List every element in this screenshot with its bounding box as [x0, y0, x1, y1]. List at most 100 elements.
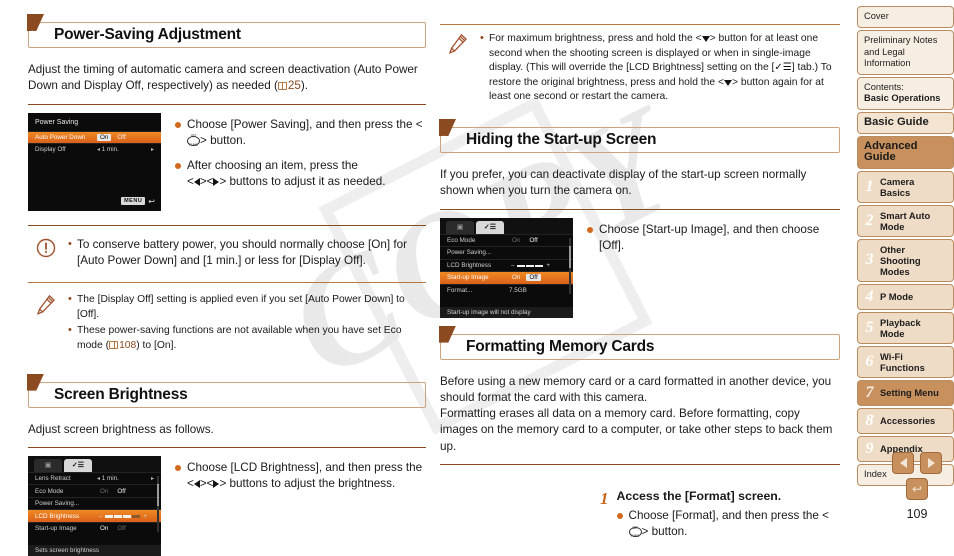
camera-screen-setting-menu: ▣ ✓☰ Lens Retract ◂ 1 min. ▸ Eco Mode On O…: [28, 455, 161, 556]
bullets-brightness: Choose [LCD Brightness], and then press …: [175, 456, 426, 502]
row-value: ◂ 1 min. ▸: [97, 146, 154, 153]
page-ref: 108: [119, 339, 137, 351]
bullet-dot-icon: [175, 121, 181, 128]
book-ref-icon: [277, 82, 287, 91]
sidebar-item-playback-mode[interactable]: 5 Playback Mode: [857, 311, 954, 344]
slider-tick: [123, 515, 132, 518]
camera-tab-icon: ▣: [446, 220, 474, 234]
camera-screen-startup-menu: ▣ ✓☰ Eco Mode On Off Power Saving... LCD …: [440, 217, 573, 318]
wrench-tab-icon: ✓☰: [64, 458, 92, 472]
value-on: On: [512, 236, 521, 244]
left-arrow-icon: ◂: [97, 147, 101, 154]
section-title: Power-Saving Adjustment: [54, 26, 241, 43]
sidebar-item-label: Basic Guide: [864, 115, 929, 128]
row-value: On Off: [97, 133, 154, 141]
page-arrows: [880, 452, 954, 474]
row-label: Lens Retract: [35, 475, 71, 483]
brightness-slider: – +: [97, 514, 149, 520]
bullets-startup: Choose [Start-up Image], and then choose…: [587, 218, 840, 264]
sidebar-item-label: Playback Mode: [880, 316, 921, 339]
sidebar-item-cover[interactable]: Cover: [857, 6, 954, 28]
bullet-text: Choose [Format], and then press the <> b…: [628, 508, 841, 545]
value-off: Off: [117, 525, 126, 533]
intro-paragraph-power-saving: Adjust the timing of automatic camera an…: [28, 62, 426, 95]
left-column: Power-Saving Adjustment Adjust the timin…: [27, 14, 426, 556]
formatting-paragraph-2: Formatting erases all data on a memory c…: [440, 407, 833, 453]
sidebar-item-label: Wi-Fi Functions: [880, 350, 925, 373]
camera-tab-icon: ▣: [34, 458, 62, 472]
chapter-number: 4: [865, 287, 874, 305]
row-value: 7.5GB: [509, 286, 527, 294]
sidebar-item-label-line1: Contents:: [864, 81, 904, 92]
sidebar-item-wifi-functions[interactable]: 6 Wi-Fi Functions: [857, 345, 954, 378]
sidebar-item-camera-basics[interactable]: 1 Camera Basics: [857, 170, 954, 203]
menu-label: MENU: [121, 197, 146, 206]
step-number: 1: [600, 489, 609, 509]
divider: [28, 103, 426, 105]
sidebar-item-preliminary-notes[interactable]: Preliminary Notes and Legal Information: [857, 30, 954, 75]
sidebar-item-setting-menu[interactable]: 7 Setting Menu: [857, 379, 954, 406]
info-item: These power-saving functions are not ava…: [68, 323, 426, 353]
caution-note: To conserve battery power, you should no…: [28, 234, 426, 276]
figure-bullet-row-2: ▣ ✓☰ Lens Retract ◂ 1 min. ▸ Eco Mode On O…: [28, 455, 426, 556]
camera-row-eco-mode: Eco Mode On Off: [440, 233, 573, 247]
slider-tick: [105, 515, 114, 518]
chapter-number: 3: [865, 251, 874, 268]
step-body: Access the [Format] screen. Choose [Form…: [616, 489, 841, 550]
sidebar-item-accessories[interactable]: 8 Accessories: [857, 407, 954, 434]
intro-paragraph-brightness: Adjust screen brightness as follows.: [28, 422, 214, 436]
sidebar-item-basic-guide[interactable]: Basic Guide: [857, 111, 954, 134]
next-page-button[interactable]: [920, 452, 942, 474]
plus-icon: +: [546, 262, 550, 269]
figure-startup-image: ▣ ✓☰ Eco Mode On Off Power Saving... LCD …: [440, 217, 573, 318]
chapter-number: 1: [865, 177, 874, 195]
row-label: Eco Mode: [35, 487, 64, 495]
bullet-item: Choose [Power Saving], and then press th…: [175, 117, 426, 153]
figure-lcd-brightness: ▣ ✓☰ Lens Retract ◂ 1 min. ▸ Eco Mode On O…: [28, 455, 161, 556]
info-note-brightness: For maximum brightness, press and hold t…: [440, 29, 840, 111]
slider-tick: [535, 264, 544, 268]
sidebar-item-label-line2: Basic Operations: [864, 93, 941, 103]
sidebar-item-label: Advanced Guide: [864, 139, 918, 163]
sidebar-item-p-mode[interactable]: 4 P Mode: [857, 283, 954, 310]
bullet-text: Choose [LCD Brightness], and then press …: [187, 460, 423, 491]
sidebar-item-contents[interactable]: Contents: Basic Operations: [857, 76, 954, 110]
section-heading-screen-brightness: Screen Brightness: [27, 373, 426, 408]
sidebar-item-smart-auto-mode[interactable]: 2 Smart Auto Mode: [857, 204, 954, 237]
info-item: The [Display Off] setting is applied eve…: [68, 292, 426, 322]
section-heading-formatting: Formatting Memory Cards: [439, 325, 840, 360]
chapter-number: 9: [865, 439, 874, 457]
row-value: On Off: [509, 274, 566, 282]
wrench-tab-icon: ✓☰: [774, 62, 792, 74]
intro-paragraph-startup: If you prefer, you can deactivate displa…: [440, 167, 807, 198]
slider-tick: [114, 515, 123, 518]
back-button[interactable]: ↩: [906, 478, 928, 500]
row-label: Display Off: [35, 146, 66, 154]
section-heading-hiding-startup: Hiding the Start-up Screen: [439, 118, 840, 153]
sidebar-item-label: Camera Basics: [880, 175, 915, 198]
exclamation-icon: [36, 237, 60, 263]
sidebar-item-other-shooting-modes[interactable]: 3 Other Shooting Modes: [857, 238, 954, 282]
intro-text: Adjust the timing of automatic camera an…: [28, 63, 418, 93]
left-arrow-icon: [899, 458, 907, 468]
value-text: 1 min.: [101, 146, 119, 154]
wrench-tab-icon: ✓☰: [476, 220, 504, 234]
sidebar-item-advanced-guide[interactable]: Advanced Guide: [857, 135, 954, 169]
plus-icon: +: [143, 513, 147, 520]
step-1: 1 Access the [Format] screen. Choose [Fo…: [600, 489, 840, 550]
chapter-number: 2: [865, 211, 874, 229]
row-value-slider: – +: [509, 262, 566, 269]
value-off: Off: [117, 487, 126, 495]
right-button-icon: [213, 178, 220, 187]
section-heading-power-saving: Power-Saving Adjustment: [27, 14, 426, 48]
manual-page: Power-Saving Adjustment Adjust the timin…: [0, 0, 954, 556]
prev-page-button[interactable]: [892, 452, 914, 474]
camera-menu-tabs: ▣ ✓☰: [440, 217, 573, 234]
info-list: The [Display Off] setting is applied eve…: [68, 292, 426, 355]
step-title: Access the [Format] screen.: [616, 489, 782, 504]
row-value: ◂ 1 min. ▸: [97, 475, 154, 482]
bullets-power-saving: Choose [Power Saving], and then press th…: [175, 113, 426, 200]
sidebar-item-label: Setting Menu: [880, 387, 939, 398]
camera-row-auto-power-down: Auto Power Down On Off: [28, 130, 161, 144]
info-note: The [Display Off] setting is applied eve…: [28, 290, 426, 359]
